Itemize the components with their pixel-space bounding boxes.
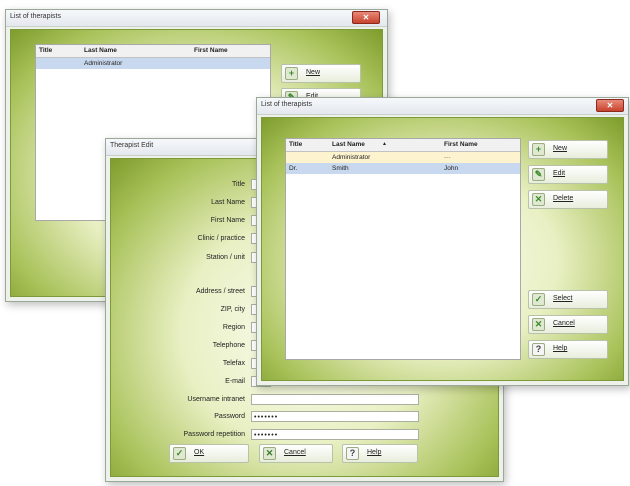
field-label-region: Region [222, 324, 245, 331]
window-title: List of therapists [10, 13, 61, 20]
new-button-label: New [553, 145, 568, 152]
cancel-button[interactable]: ✕ Cancel [259, 444, 333, 463]
cancel-x-icon: ✕ [263, 447, 276, 460]
field-label-password: Password [214, 413, 245, 420]
field-label-last-name: Last Name [211, 199, 245, 206]
column-header-first-name[interactable]: First Name [444, 139, 478, 150]
cell-last-name: Administrator [84, 60, 123, 67]
table-header: Title Last Name First Name [36, 45, 270, 58]
table-row[interactable]: Dr. Smith John [286, 163, 520, 174]
edit-button-label: Edit [553, 170, 566, 177]
password-repetition-input[interactable]: ••••••• [251, 429, 419, 440]
title-bar: List of therapists ✕ [257, 98, 628, 115]
new-icon: + [532, 143, 545, 156]
check-icon: ✓ [173, 447, 186, 460]
help-button[interactable]: ? Help [528, 340, 608, 359]
cell-first-name: John [444, 165, 459, 172]
edit-icon: ✎ [532, 168, 545, 181]
help-button[interactable]: ? Help [342, 444, 418, 463]
field-label-title: Title [232, 181, 245, 188]
table-row[interactable]: Administrator --- [286, 152, 520, 163]
cancel-button-label: Cancel [553, 320, 575, 327]
cancel-button-label: Cancel [284, 449, 306, 456]
field-label-telefax: Telefax [222, 360, 245, 367]
column-header-title[interactable]: Title [39, 45, 52, 56]
window-title: Therapist Edit [110, 142, 154, 149]
new-button[interactable]: + New [528, 140, 608, 159]
therapist-table[interactable]: Title Last Name ▲ First Name Administrat… [285, 138, 521, 360]
field-label-username: Username intranet [187, 396, 245, 403]
cell-first-name: --- [444, 154, 451, 161]
username-input[interactable] [251, 394, 419, 405]
column-header-last-name[interactable]: Last Name [332, 139, 365, 150]
new-icon: + [285, 67, 298, 80]
table-row[interactable]: Administrator [36, 58, 270, 69]
delete-button-label: Delete [553, 195, 574, 202]
help-button-label: Help [367, 449, 382, 456]
cancel-x-icon: ✕ [532, 318, 545, 331]
field-label-email: E-mail [225, 378, 245, 385]
help-button-label: Help [553, 345, 568, 352]
window-title: List of therapists [261, 101, 312, 108]
cancel-button[interactable]: ✕ Cancel [528, 315, 608, 334]
close-button[interactable]: ✕ [596, 99, 624, 112]
column-header-title[interactable]: Title [289, 139, 302, 150]
help-question-icon: ? [346, 447, 359, 460]
field-label-station: Station / unit [206, 254, 245, 261]
check-icon: ✓ [532, 293, 545, 306]
select-button[interactable]: ✓ Select [528, 290, 608, 309]
cell-last-name: Administrator [332, 154, 371, 161]
delete-icon: ✕ [532, 193, 545, 206]
new-button[interactable]: + New [281, 64, 361, 83]
table-header: Title Last Name ▲ First Name [286, 139, 520, 152]
field-label-password-repetition: Password repetition [183, 431, 245, 438]
window-client-area: Title Last Name ▲ First Name Administrat… [261, 117, 624, 381]
select-button-label: Select [553, 295, 573, 302]
close-button[interactable]: ✕ [352, 11, 380, 24]
field-label-first-name: First Name [210, 217, 245, 224]
ok-button-label: OK [194, 449, 205, 456]
new-button-label: New [306, 69, 321, 76]
edit-button[interactable]: ✎ Edit [528, 165, 608, 184]
field-label-clinic: Clinic / practice [197, 235, 245, 242]
field-label-telephone: Telephone [212, 342, 245, 349]
field-label-zip-city: ZIP, city [220, 306, 245, 313]
help-question-icon: ? [532, 343, 545, 356]
cell-title: Dr. [289, 165, 298, 172]
ok-button[interactable]: ✓ OK [169, 444, 249, 463]
column-header-last-name[interactable]: Last Name [84, 45, 117, 56]
cell-last-name: Smith [332, 165, 349, 172]
password-input[interactable]: ••••••• [251, 411, 419, 422]
therapist-list-window-front: List of therapists ✕ Title Last Name ▲ F… [256, 97, 629, 386]
title-bar: List of therapists ✕ [6, 10, 387, 27]
sort-ascending-icon: ▲ [382, 141, 387, 147]
delete-button[interactable]: ✕ Delete [528, 190, 608, 209]
field-label-address: Address / street [195, 288, 245, 295]
column-header-first-name[interactable]: First Name [194, 45, 228, 56]
